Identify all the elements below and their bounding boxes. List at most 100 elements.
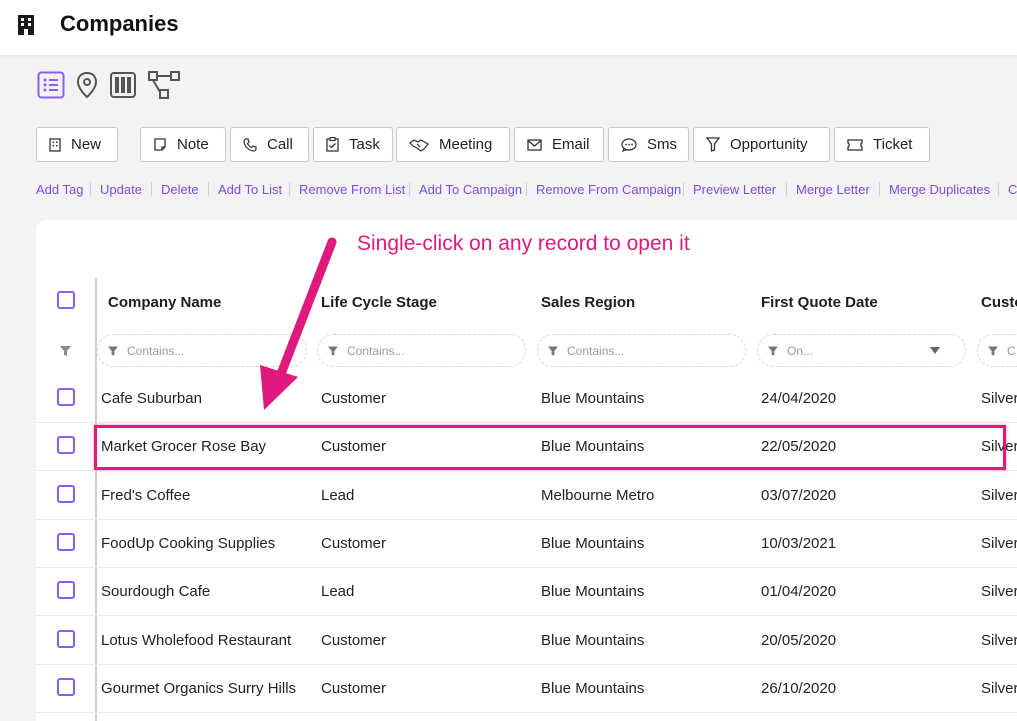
filter-icon [60, 346, 71, 356]
first-quote-date-cell: 01/04/2020 [761, 583, 837, 600]
first-quote-date-cell: 03/07/2020 [761, 487, 837, 504]
note-button[interactable]: Note [140, 127, 226, 162]
filter-placeholder: Contains... [127, 343, 185, 358]
opportunity-button-label: Opportunity [730, 136, 808, 153]
filter-icon [768, 345, 778, 356]
first-quote-date-cell: 10/03/2021 [761, 535, 837, 552]
row-checkbox[interactable] [57, 485, 75, 503]
company-name-cell: Market Grocer Rose Bay [101, 438, 267, 455]
life-cycle-stage-cell: Lead [321, 583, 355, 600]
companies-grid: Single-click on any record to open it Co… [36, 220, 1017, 721]
sales-region-cell: Melbourne Metro [541, 487, 655, 504]
divider [151, 182, 152, 196]
task-button[interactable]: Task [313, 127, 393, 162]
column-header-sales-region[interactable]: Sales Region [541, 294, 635, 311]
sms-button-label: Sms [647, 136, 677, 153]
table-row[interactable]: Gourmet Organics Surry Hills Customer Bl… [36, 665, 1017, 713]
add-tag-link[interactable]: Add Tag [36, 182, 83, 197]
add-to-list-link[interactable]: Add To List [218, 182, 282, 197]
column-header-life-cycle-stage[interactable]: Life Cycle Stage [321, 294, 437, 311]
email-button[interactable]: Email [514, 127, 604, 162]
sales-region-cell: Blue Mountains [541, 535, 645, 552]
more-actions-link[interactable]: C [1008, 182, 1017, 197]
company-name-cell: Sourdough Cafe [101, 583, 211, 600]
table-row[interactable]: Lotus Wholefood Restaurant Customer Blue… [36, 617, 1017, 665]
customer-tier-cell: Silver [981, 438, 1017, 455]
ticket-button[interactable]: Ticket [834, 127, 930, 162]
meeting-button[interactable]: Meeting [396, 127, 510, 162]
customer-tier-cell: Silver [981, 535, 1017, 552]
table-row[interactable]: FoodUp Cooking Supplies Customer Blue Mo… [36, 520, 1017, 568]
customer-tier-cell: Silver [981, 583, 1017, 600]
company-name-cell: Fred's Coffee [101, 487, 191, 504]
merge-letter-link[interactable]: Merge Letter [796, 182, 870, 197]
filter-icon [328, 345, 338, 356]
first-quote-date-filter[interactable]: On... [757, 334, 966, 367]
life-cycle-stage-cell: Customer [321, 632, 387, 649]
building-icon [18, 15, 34, 35]
page-title: Companies [60, 11, 179, 36]
note-icon [154, 137, 166, 151]
call-button[interactable]: Call [230, 127, 309, 162]
envelope-icon [527, 138, 542, 151]
email-button-label: Email [552, 136, 590, 153]
life-cycle-stage-filter[interactable]: Contains... [317, 334, 526, 367]
select-all-checkbox[interactable] [57, 291, 75, 309]
row-checkbox[interactable] [57, 533, 75, 551]
row-checkbox[interactable] [57, 388, 75, 406]
call-button-label: Call [267, 136, 293, 153]
remove-from-list-link[interactable]: Remove From List [299, 182, 405, 197]
table-row[interactable]: Market Grocer Rose Bay Customer Blue Mou… [36, 423, 1017, 471]
divider [90, 182, 91, 196]
table-row[interactable]: Sourdough Cafe Lead Blue Mountains 01/04… [36, 568, 1017, 616]
company-name-cell: Cafe Suburban [101, 390, 202, 407]
annotation-text: Single-click on any record to open it [357, 232, 690, 255]
hierarchy-view-icon[interactable] [146, 70, 184, 100]
add-to-campaign-link[interactable]: Add To Campaign [419, 182, 522, 197]
new-button[interactable]: New [36, 127, 118, 162]
remove-from-campaign-link[interactable]: Remove From Campaign [536, 182, 681, 197]
row-checkbox[interactable] [57, 581, 75, 599]
handshake-icon [409, 138, 429, 152]
opportunity-button[interactable]: Opportunity [693, 127, 830, 162]
delete-link[interactable]: Delete [161, 182, 199, 197]
customer-tier-cell: Silver [981, 680, 1017, 697]
ticket-icon [847, 138, 863, 151]
first-quote-date-cell: 22/05/2020 [761, 438, 837, 455]
column-header-customer-tier[interactable]: Custo [981, 294, 1017, 311]
divider [208, 182, 209, 196]
first-quote-date-cell: 26/10/2020 [761, 680, 837, 697]
divider [998, 182, 999, 196]
chevron-down-icon [930, 347, 940, 354]
sales-region-cell: Blue Mountains [541, 632, 645, 649]
funnel-icon [706, 137, 720, 152]
row-checkbox[interactable] [57, 630, 75, 648]
map-view-icon[interactable] [72, 70, 102, 100]
row-checkbox[interactable] [57, 678, 75, 696]
row-checkbox[interactable] [57, 436, 75, 454]
filter-icon [988, 345, 998, 356]
company-name-filter[interactable]: Contains... [97, 334, 307, 367]
column-header-company-name[interactable]: Company Name [108, 294, 221, 311]
sms-button[interactable]: Sms [608, 127, 689, 162]
merge-duplicates-link[interactable]: Merge Duplicates [889, 182, 990, 197]
divider [526, 182, 527, 196]
table-row[interactable]: Fred's Coffee Lead Melbourne Metro 03/07… [36, 472, 1017, 520]
ticket-button-label: Ticket [873, 136, 913, 153]
sales-region-cell: Blue Mountains [541, 680, 645, 697]
customer-tier-cell: Silver [981, 487, 1017, 504]
table-row[interactable]: Cafe Suburban Customer Blue Mountains 24… [36, 375, 1017, 423]
divider [409, 182, 410, 196]
sales-region-filter[interactable]: Contains... [537, 334, 746, 367]
column-header-first-quote-date[interactable]: First Quote Date [761, 294, 878, 311]
customer-tier-filter[interactable]: C [977, 334, 1017, 367]
life-cycle-stage-cell: Customer [321, 438, 387, 455]
preview-letter-link[interactable]: Preview Letter [693, 182, 776, 197]
list-view-icon[interactable] [36, 70, 66, 100]
customer-tier-cell: Silver [981, 632, 1017, 649]
company-name-cell: Lotus Wholefood Restaurant [101, 632, 292, 649]
board-view-icon[interactable] [108, 70, 138, 100]
update-link[interactable]: Update [100, 182, 142, 197]
filter-icon [548, 345, 558, 356]
phone-icon [243, 137, 257, 152]
